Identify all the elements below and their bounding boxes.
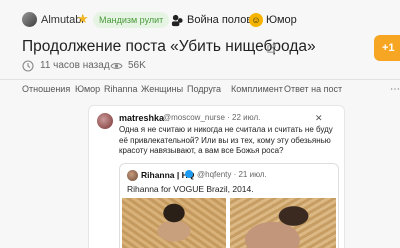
verified-icon: [185, 170, 193, 178]
more-icon[interactable]: ⋯: [390, 84, 400, 95]
share-icon[interactable]: [266, 43, 277, 54]
post-time: 11 часов назад: [40, 60, 110, 71]
view-count: 56K: [128, 60, 146, 71]
tweet-handle: @moscow_nurse · 22 июл.: [163, 113, 261, 122]
quote-photo-right[interactable]: [230, 198, 336, 248]
tag-item[interactable]: Женщины: [141, 84, 183, 94]
tweet-text: Одна я не считаю и никогда не считала и …: [119, 125, 333, 155]
community-icon: [171, 14, 183, 27]
tag-item[interactable]: Комплимент: [231, 84, 283, 94]
star-icon: ★: [77, 11, 89, 26]
humor-icon: ☺: [249, 13, 263, 27]
tag-item[interactable]: Ответ на пост: [284, 84, 342, 94]
tweet-screenshot: matreshka @moscow_nurse · 22 июл. ✕ Одна…: [88, 105, 345, 248]
x-logo-icon: ✕: [315, 113, 323, 123]
author-badge: Мандизм рулит: [93, 12, 170, 28]
post-header: Almutabi ★ Мандизм рулит Война полов ☺ Ю…: [0, 0, 400, 40]
quoted-tweet: Rihanna | HQ @hqfenty · 21 июл. Rihanna …: [119, 163, 339, 248]
tweet-author-name: matreshka: [119, 113, 165, 123]
tag-item[interactable]: Rihanna: [104, 84, 138, 94]
tag-item[interactable]: Подруга: [187, 84, 221, 94]
tag-item[interactable]: Юмор: [75, 84, 100, 94]
quote-handle: @hqfenty · 21 июл.: [197, 170, 267, 179]
category-link[interactable]: Юмор: [266, 14, 297, 26]
author-avatar[interactable]: [22, 12, 37, 27]
clock-icon: [22, 60, 34, 72]
divider: [0, 79, 400, 80]
community-link[interactable]: Война полов: [187, 14, 252, 26]
tag-item[interactable]: Отношения: [22, 84, 70, 94]
eye-icon: [110, 63, 123, 69]
quote-avatar: [127, 170, 138, 181]
quote-photo-left[interactable]: [122, 198, 226, 248]
rating-badge[interactable]: +1: [374, 35, 400, 61]
quote-text: Rihanna for VOGUE Brazil, 2014.: [127, 184, 254, 194]
tweet-avatar: [97, 113, 113, 129]
